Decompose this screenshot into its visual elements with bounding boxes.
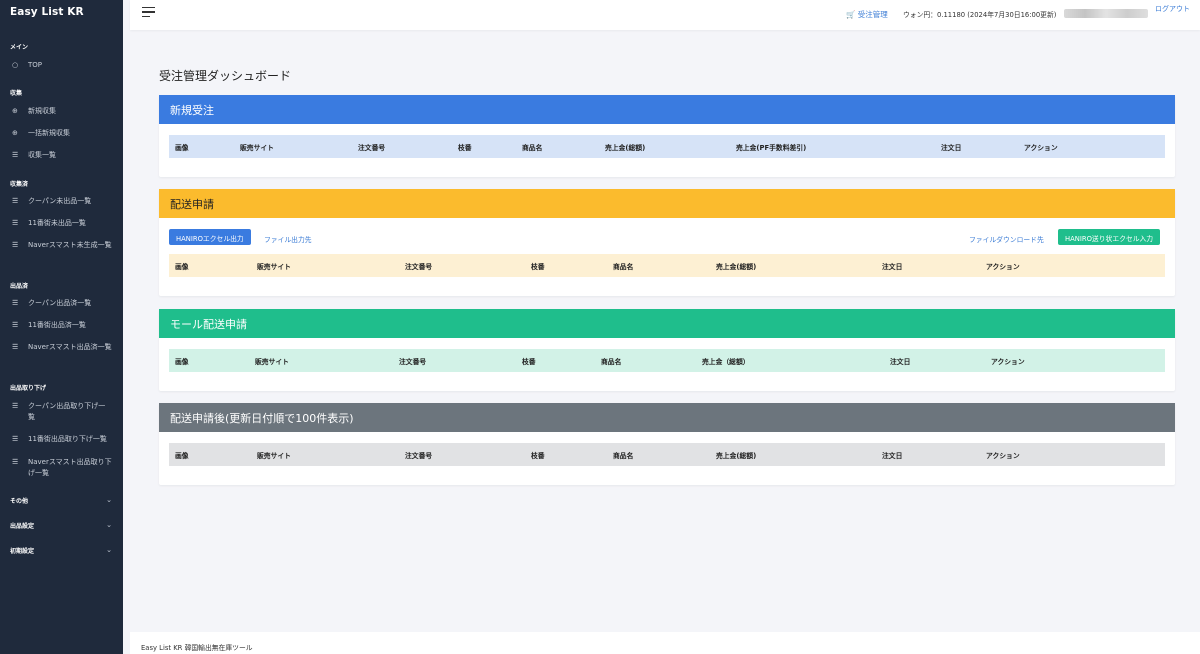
card-mall-shipping-request: モール配送申請 画像 販売サイト 注文番号 枝番 商品名 売上金（総額） 注文日… xyxy=(159,309,1175,391)
col-sales-total: 売上金(総額) xyxy=(716,452,757,460)
col-order-date: 注文日 xyxy=(890,358,911,366)
redacted-user-name xyxy=(1064,9,1148,18)
haniro-tracking-import-button[interactable]: HANIRO送り状エクセル入力 xyxy=(1058,229,1161,245)
sidebar-item-coupang-withdraw[interactable]: ☰ クーパン出品取り下げ一覧 xyxy=(12,401,112,423)
table-header: 画像 販売サイト 注文番号 枝番 商品名 売上金（総額） 注文日 アクション xyxy=(169,349,1165,372)
sidebar-collapse-other[interactable]: その他 ⌄ xyxy=(10,496,112,505)
col-action: アクション xyxy=(1024,144,1058,152)
col-order-date: 注文日 xyxy=(941,144,962,152)
sidebar-section-collected: 収集済 xyxy=(10,181,29,188)
col-image: 画像 xyxy=(175,263,189,271)
sidebar-section-listed: 出品済 xyxy=(10,283,29,290)
sidebar-item-naver-withdraw[interactable]: ☰ Naverスマスト出品取り下げ一覧 xyxy=(12,457,112,479)
footer: Easy List KR 韓国輸出無在庫ツール xyxy=(130,632,1200,654)
col-product: 商品名 xyxy=(613,263,634,271)
sidebar-item-naver-ungenerated[interactable]: ☰ Naverスマスト未生成一覧 xyxy=(12,240,112,251)
sidebar-section-collect: 収集 xyxy=(10,90,23,97)
card-header: モール配送申請 xyxy=(159,309,1175,338)
cart-icon: 🛒 xyxy=(846,10,856,19)
sidebar-item-collect-list[interactable]: ☰ 収集一覧 xyxy=(12,150,112,161)
file-download-dest-link[interactable]: ファイルダウンロード先 xyxy=(969,234,1044,244)
col-action: アクション xyxy=(991,358,1025,366)
hamburger-menu-icon[interactable] xyxy=(142,7,155,18)
list-icon: ☰ xyxy=(12,219,19,227)
sidebar-item-11st-unlisted[interactable]: ☰ 11番街未出品一覧 xyxy=(12,218,112,229)
list-icon: ☰ xyxy=(12,299,19,307)
col-site: 販売サイト xyxy=(257,452,291,460)
col-sales-total: 売上金(総額) xyxy=(605,144,646,152)
card-shipping-request: 配送申請 HANIROエクセル出力 ファイル出力先 ファイルダウンロード先 HA… xyxy=(159,189,1175,296)
col-sales-total: 売上金（総額） xyxy=(702,358,750,366)
topbar: 🛒 受注管理 ウォン円：0.11180 (2024年7月30日16:00更新) … xyxy=(130,0,1200,30)
list-icon: ☰ xyxy=(12,402,19,410)
sidebar-collapse-initial-settings[interactable]: 初期設定 ⌄ xyxy=(10,546,112,555)
list-icon: ☰ xyxy=(12,151,19,159)
col-sales-net: 売上金(PF手数料差引) xyxy=(736,144,807,152)
plus-circle-icon: ⊕ xyxy=(12,129,18,137)
chevron-down-icon: ⌄ xyxy=(106,496,112,504)
card-new-orders: 新規受注 画像 販売サイト 注文番号 枝番 商品名 売上金(総額) 売上金(PF… xyxy=(159,95,1175,177)
sidebar-item-naver-listed[interactable]: ☰ Naverスマスト出品済一覧 xyxy=(12,342,112,353)
sidebar-section-withdraw: 出品取り下げ xyxy=(10,385,47,392)
sidebar-item-coupang-unlisted[interactable]: ☰ クーパン未出品一覧 xyxy=(12,196,112,207)
circle-icon: ○ xyxy=(12,61,19,69)
col-branch: 枝番 xyxy=(522,358,536,366)
col-branch: 枝番 xyxy=(458,144,472,152)
card-header: 配送申請後(更新日付順で100件表示) xyxy=(159,403,1175,432)
col-image: 画像 xyxy=(175,144,189,152)
card-header: 新規受注 xyxy=(159,95,1175,124)
sidebar-item-top[interactable]: ○ TOP xyxy=(12,60,112,71)
sidebar-item-11st-listed[interactable]: ☰ 11番街出品済一覧 xyxy=(12,320,112,331)
table-header: 画像 販売サイト 注文番号 枝番 商品名 売上金(総額) 売上金(PF手数料差引… xyxy=(169,135,1165,158)
footer-text: Easy List KR 韓国輸出無在庫ツール xyxy=(141,644,253,652)
col-order-no: 注文番号 xyxy=(399,358,427,366)
chevron-down-icon: ⌄ xyxy=(106,546,112,554)
chevron-down-icon: ⌄ xyxy=(106,521,112,529)
col-site: 販売サイト xyxy=(255,358,289,366)
brand-logo[interactable]: Easy List KR xyxy=(0,0,123,26)
card-header: 配送申請 xyxy=(159,189,1175,218)
table-header: 画像 販売サイト 注文番号 枝番 商品名 売上金(総額) 注文日 アクション xyxy=(169,443,1165,466)
card-after-shipping: 配送申請後(更新日付順で100件表示) 画像 販売サイト 注文番号 枝番 商品名… xyxy=(159,403,1175,485)
col-branch: 枝番 xyxy=(531,263,545,271)
plus-circle-icon: ⊕ xyxy=(12,107,18,115)
col-order-date: 注文日 xyxy=(882,263,903,271)
sidebar-section-main: メイン xyxy=(10,44,29,51)
list-icon: ☰ xyxy=(12,458,19,466)
page-title: 受注管理ダッシュボード xyxy=(159,69,292,83)
col-product: 商品名 xyxy=(601,358,622,366)
col-action: アクション xyxy=(986,452,1020,460)
sidebar-collapse-listing-settings[interactable]: 出品設定 ⌄ xyxy=(10,521,112,530)
col-order-no: 注文番号 xyxy=(405,452,433,460)
haniro-excel-export-button[interactable]: HANIROエクセル出力 xyxy=(169,229,251,245)
sidebar-item-coupang-listed[interactable]: ☰ クーパン出品済一覧 xyxy=(12,298,112,309)
table-header: 画像 販売サイト 注文番号 枝番 商品名 売上金(総額) 注文日 アクション xyxy=(169,254,1165,277)
col-order-no: 注文番号 xyxy=(358,144,386,152)
list-icon: ☰ xyxy=(12,321,19,329)
sidebar: Easy List KR メイン ○ TOP 収集 ⊕ 新規収集 ⊕ 一括新規収集 ☰… xyxy=(0,0,123,654)
list-icon: ☰ xyxy=(12,197,19,205)
sidebar-item-new-collect[interactable]: ⊕ 新規収集 xyxy=(12,106,112,117)
col-product: 商品名 xyxy=(613,452,634,460)
col-product: 商品名 xyxy=(522,144,543,152)
col-branch: 枝番 xyxy=(531,452,545,460)
col-site: 販売サイト xyxy=(240,144,274,152)
file-output-dest-link[interactable]: ファイル出力先 xyxy=(264,234,312,244)
sidebar-item-11st-withdraw[interactable]: ☰ 11番街出品取り下げ一覧 xyxy=(12,434,112,445)
col-order-date: 注文日 xyxy=(882,452,903,460)
order-management-link[interactable]: 🛒 受注管理 xyxy=(846,9,888,20)
logout-link[interactable]: ログアウト xyxy=(1155,4,1190,14)
col-order-no: 注文番号 xyxy=(405,263,433,271)
list-icon: ☰ xyxy=(12,343,19,351)
col-image: 画像 xyxy=(175,358,189,366)
list-icon: ☰ xyxy=(12,241,19,249)
col-sales-total: 売上金(総額) xyxy=(716,263,757,271)
col-image: 画像 xyxy=(175,452,189,460)
col-site: 販売サイト xyxy=(257,263,291,271)
sidebar-item-bulk-collect[interactable]: ⊕ 一括新規収集 xyxy=(12,128,112,139)
exchange-rate-text: ウォン円：0.11180 (2024年7月30日16:00更新) xyxy=(903,11,1057,19)
col-action: アクション xyxy=(986,263,1020,271)
list-icon: ☰ xyxy=(12,435,19,443)
